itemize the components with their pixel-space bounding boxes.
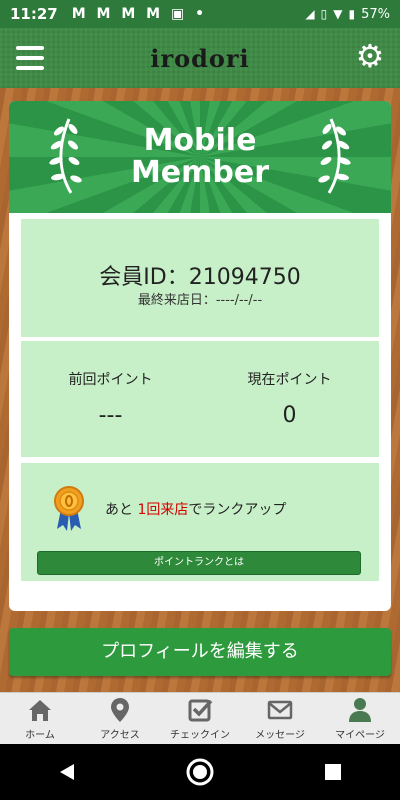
nav-label-message: メッセージ <box>255 730 305 741</box>
previous-points-label: 前回ポイント <box>68 372 153 388</box>
envelope-icon <box>267 700 293 720</box>
back-icon[interactable] <box>47 752 87 792</box>
home-button-icon[interactable] <box>180 752 220 792</box>
nav-label-checkin: チェックイン <box>170 730 230 741</box>
status-bar: 11:27 M M M M ▣ • ◢ ▯ ▼ ▮ 57% <box>0 0 400 28</box>
banner-title-line1: Mobile <box>143 123 257 158</box>
nav-label-mypage: マイページ <box>335 730 385 741</box>
member-id: 会員ID：21094750 <box>99 265 301 290</box>
nav-item-checkin[interactable]: チェックイン <box>160 693 240 744</box>
previous-points: 前回ポイント --- <box>21 369 200 428</box>
status-right: ◢ ▯ ▼ ▮ 57% <box>305 7 390 22</box>
system-nav-bar <box>0 744 400 800</box>
medal-icon <box>54 486 84 531</box>
user-icon <box>349 698 371 722</box>
member-card: Mobile Member 会員ID：21094750 最終来店日：----/-… <box>9 101 391 611</box>
vibrate-icon: ▯ <box>320 7 328 21</box>
banner-title-line2: Member <box>130 155 270 190</box>
banner-title: Mobile Member <box>131 125 269 189</box>
hamburger-menu-icon[interactable] <box>16 46 44 70</box>
edit-profile-button[interactable]: プロフィールを編集する <box>9 628 391 676</box>
checkbox-icon <box>188 699 213 722</box>
rank-up-message: あと 1回来店でランクアップ <box>105 499 286 519</box>
nav-item-mypage[interactable]: マイページ <box>320 693 400 744</box>
brand-logo: irodori <box>150 43 250 73</box>
rank-suffix: でランクアップ <box>188 502 287 518</box>
member-id-panel: 会員ID：21094750 最終来店日：----/--/-- <box>21 219 379 337</box>
app-header: irodori ⚙ <box>0 28 400 88</box>
nav-item-home[interactable]: ホーム <box>0 693 80 744</box>
nav-item-access[interactable]: アクセス <box>80 693 160 744</box>
gear-icon[interactable]: ⚙ <box>354 40 386 72</box>
points-panel: 前回ポイント --- 現在ポイント 0 <box>21 341 379 457</box>
bottom-nav: ホーム アクセス チェックイン メッセージ マイページ <box>0 692 400 744</box>
rank-highlight: 1回来店 <box>137 502 189 518</box>
previous-points-value: --- <box>98 403 123 428</box>
rank-prefix: あと <box>105 502 138 518</box>
signal-icon: ◢ <box>305 7 315 21</box>
notification-icons: M M M M ▣ • <box>71 6 208 22</box>
nav-item-message[interactable]: メッセージ <box>240 693 320 744</box>
battery-percent: 57% <box>361 6 390 22</box>
current-points: 現在ポイント 0 <box>200 369 379 428</box>
point-rank-info-button[interactable]: ポイントランクとは <box>37 551 361 575</box>
current-points-label: 現在ポイント <box>247 372 332 388</box>
status-time: 11:27 <box>10 5 58 23</box>
rank-panel: あと 1回来店でランクアップ ポイントランクとは <box>21 463 379 581</box>
battery-icon: ▮ <box>348 7 356 21</box>
laurel-right-icon <box>318 118 351 194</box>
last-visit-date: 最終来店日：----/--/-- <box>137 293 263 308</box>
nav-label-home: ホーム <box>25 730 55 741</box>
wifi-icon: ▼ <box>333 7 343 21</box>
laurel-left-icon <box>49 118 82 194</box>
card-banner: Mobile Member <box>9 101 391 213</box>
home-icon <box>29 700 51 721</box>
map-pin-icon <box>111 698 129 722</box>
current-points-value: 0 <box>282 403 297 428</box>
recents-icon[interactable] <box>313 752 353 792</box>
nav-label-access: アクセス <box>100 730 140 741</box>
